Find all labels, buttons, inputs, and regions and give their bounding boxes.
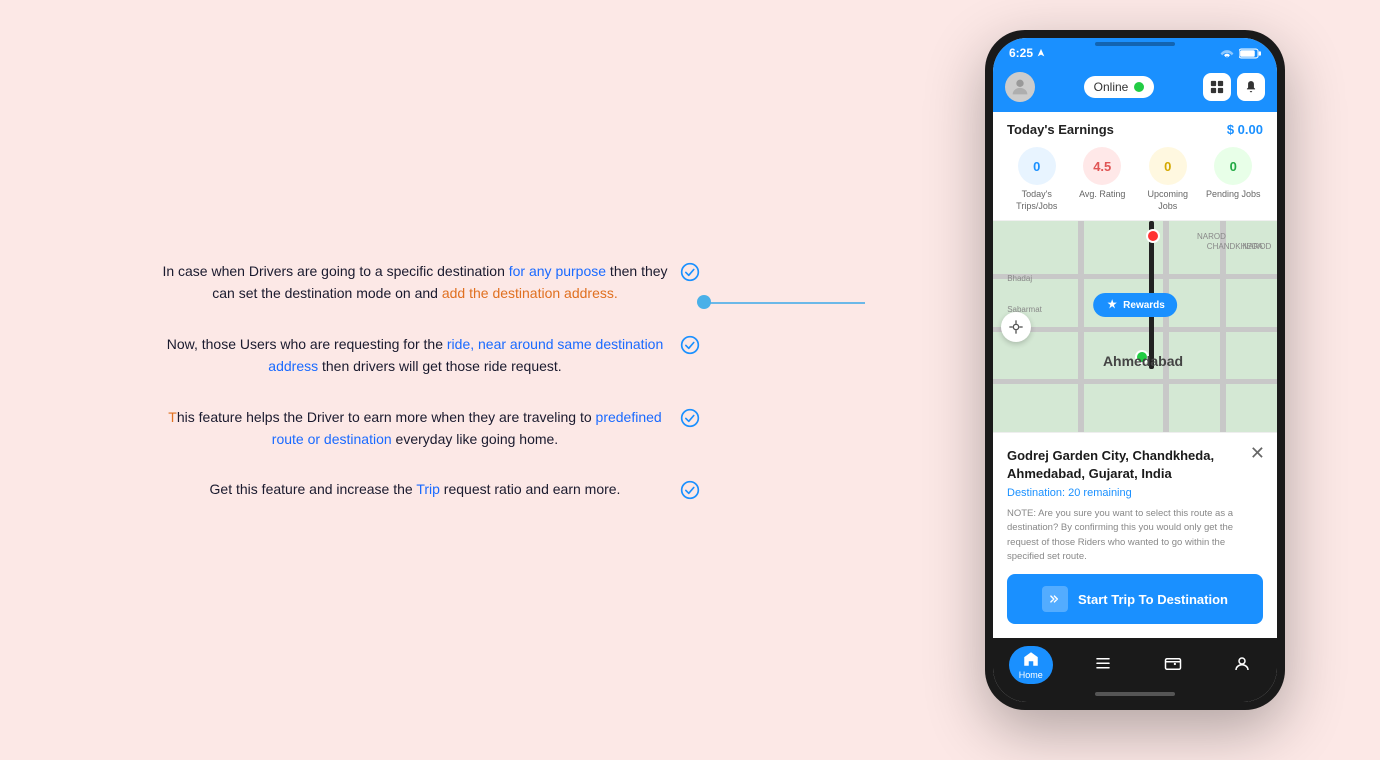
popup-remaining: Destination: 20 remaining (1007, 487, 1263, 499)
map-road-h1 (993, 274, 1277, 279)
connector-dot (697, 295, 711, 309)
annotation-item-4: Get this feature and increase the Trip r… (160, 478, 700, 500)
my-location-button[interactable] (1001, 312, 1031, 342)
online-toggle[interactable]: Online (1084, 76, 1155, 98)
btn-arrow-icon (1042, 586, 1068, 612)
bell-icon-btn[interactable] (1237, 73, 1265, 101)
annotation-item-2: Now, those Users who are requesting for … (160, 333, 700, 378)
bottom-nav: Home (993, 638, 1277, 688)
map-road-v1 (1078, 221, 1084, 431)
start-trip-button[interactable]: Start Trip To Destination (1007, 574, 1263, 624)
grid-icon (1210, 80, 1224, 94)
map-area[interactable]: CHANDKHEDA NAROD Bhadaj Sabarmat NAROD A… (993, 221, 1277, 431)
app-header: Online (993, 66, 1277, 112)
stat-pending: 0 Pending Jobs (1204, 147, 1264, 212)
earnings-section: Today's Earnings $ 0.00 0 Today'sTrips/J… (993, 112, 1277, 221)
stat-label-rating: Avg. Rating (1079, 189, 1125, 201)
stat-circle-trips: 0 (1018, 147, 1056, 185)
popup-address: Godrej Garden City, Chandkheda, Ahmedaba… (1007, 447, 1263, 483)
city-label: Ahmedabad (1103, 353, 1183, 369)
wifi-icon (1220, 48, 1234, 58)
check-icon-1 (680, 262, 700, 282)
status-bar: 6:25 (993, 38, 1277, 66)
online-indicator (1134, 82, 1144, 92)
stat-label-trips: Today'sTrips/Jobs (1016, 189, 1057, 212)
header-right-icons (1203, 73, 1265, 101)
wallet-icon (1164, 655, 1182, 673)
nav-jobs[interactable] (1084, 651, 1122, 679)
grid-icon-btn[interactable] (1203, 73, 1231, 101)
map-label-narod: NAROD (1242, 242, 1271, 251)
popup-note: NOTE: Are you sure you want to select th… (1007, 507, 1263, 564)
profile-icon (1233, 655, 1251, 673)
user-avatar-icon (1009, 76, 1031, 98)
home-bar (1095, 692, 1175, 696)
destination-pin (1146, 229, 1160, 243)
trophy-icon (1105, 298, 1119, 312)
stat-trips: 0 Today'sTrips/Jobs (1007, 147, 1067, 212)
earnings-title: Today's Earnings (1007, 122, 1114, 137)
bell-icon (1244, 80, 1258, 94)
connector-line (700, 302, 865, 304)
stat-circle-upcoming: 0 (1149, 147, 1187, 185)
nav-home[interactable]: Home (1009, 646, 1053, 684)
location-arrow-icon (1036, 48, 1046, 58)
map-road-v3 (1220, 221, 1226, 431)
earnings-amount: $ 0.00 (1227, 122, 1263, 137)
popup-close-button[interactable]: ✕ (1250, 443, 1265, 464)
map-road-h2 (993, 327, 1277, 332)
earnings-header: Today's Earnings $ 0.00 (1007, 122, 1263, 137)
map-label-narod2: NAROD (1197, 232, 1226, 241)
stat-label-pending: Pending Jobs (1206, 189, 1261, 201)
location-crosshair-icon (1008, 319, 1024, 335)
stat-circle-rating: 4.5 (1083, 147, 1121, 185)
battery-icon (1239, 48, 1261, 59)
map-road-h3 (993, 379, 1277, 384)
map-label-bhadaj: Bhadaj (1007, 274, 1032, 283)
check-icon-4 (680, 480, 700, 500)
stat-rating: 4.5 Avg. Rating (1073, 147, 1133, 212)
annotation-item-3: This feature helps the Driver to earn mo… (160, 406, 700, 451)
map-road-v2 (1163, 221, 1169, 431)
status-icons (1220, 48, 1261, 59)
avatar[interactable] (1005, 72, 1035, 102)
annotation-area: In case when Drivers are going to a spec… (160, 260, 700, 529)
stat-label-upcoming: Upcoming Jobs (1138, 189, 1198, 212)
destination-popup: ✕ Godrej Garden City, Chandkheda, Ahmeda… (993, 432, 1277, 638)
stat-upcoming: 0 Upcoming Jobs (1138, 147, 1198, 212)
annotation-item-1: In case when Drivers are going to a spec… (160, 260, 700, 305)
nav-home-label: Home (1019, 670, 1043, 680)
map-background: CHANDKHEDA NAROD Bhadaj Sabarmat NAROD A… (993, 221, 1277, 431)
stats-row: 0 Today'sTrips/Jobs 4.5 Avg. Rating 0 Up… (1007, 147, 1263, 212)
stat-circle-pending: 0 (1214, 147, 1252, 185)
notch-bar (1095, 42, 1175, 46)
double-arrow-icon (1048, 592, 1062, 606)
check-icon-3 (680, 408, 700, 428)
phone-screen: 6:25 (993, 38, 1277, 702)
nav-wallet[interactable] (1154, 651, 1192, 679)
check-icon-2 (680, 335, 700, 355)
phone-device: 6:25 (985, 30, 1285, 710)
home-icon (1022, 650, 1040, 668)
list-icon (1094, 655, 1112, 673)
status-time: 6:25 (1009, 46, 1046, 60)
rewards-button[interactable]: Rewards (1093, 293, 1177, 317)
nav-profile[interactable] (1223, 651, 1261, 679)
home-indicator (993, 688, 1277, 702)
